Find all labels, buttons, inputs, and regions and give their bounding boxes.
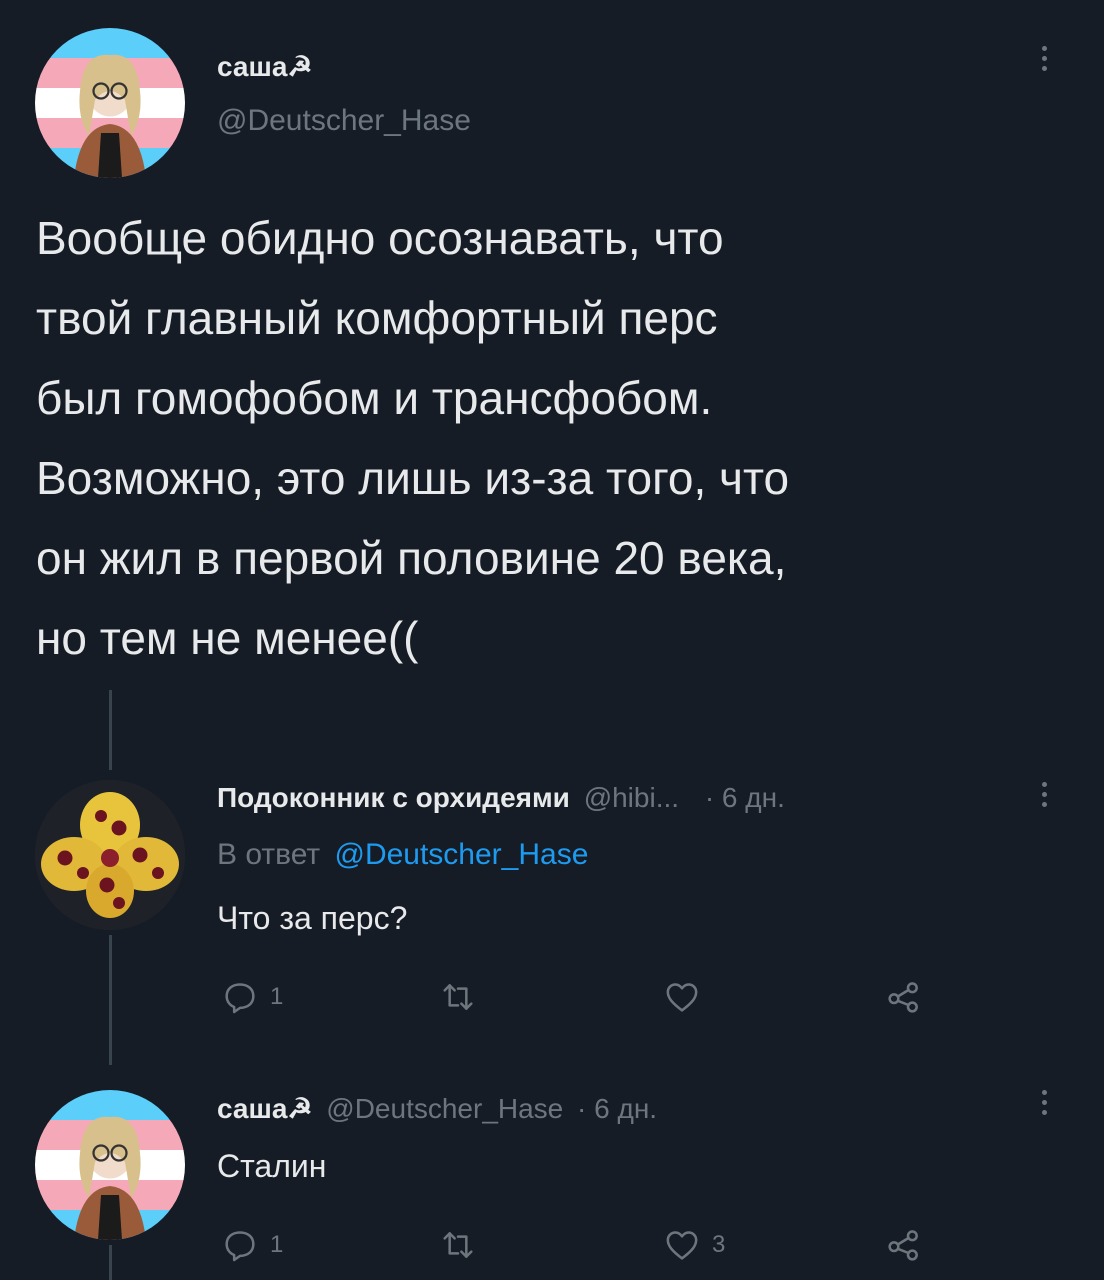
handle[interactable]: @hibi... bbox=[584, 782, 679, 813]
display-name[interactable]: Подоконник с орхидеями bbox=[217, 782, 570, 813]
reply-count: 1 bbox=[270, 983, 284, 1010]
like-button[interactable]: 3 bbox=[662, 1225, 725, 1265]
tweet-text-line: твой главный комфортный перс bbox=[36, 292, 718, 344]
thread-line bbox=[109, 1245, 112, 1280]
reply-header: Подоконник с орхидеями @hibi... · 6 дн. bbox=[217, 782, 785, 814]
more-icon[interactable] bbox=[1041, 782, 1047, 807]
share-button[interactable] bbox=[884, 977, 924, 1017]
share-icon bbox=[888, 1230, 918, 1261]
tweet-text: Вообще обидно осознавать, что твой главн… bbox=[36, 198, 789, 678]
reply-button[interactable]: 1 bbox=[220, 977, 283, 1017]
handle[interactable]: @Deutscher_Hase bbox=[217, 104, 471, 138]
like-icon bbox=[666, 983, 698, 1012]
handle[interactable]: @Deutscher_Hase bbox=[326, 1093, 563, 1124]
timestamp[interactable]: · 6 дн. bbox=[705, 782, 785, 813]
tweet-text-line: Возможно, это лишь из-за того, что bbox=[36, 452, 790, 504]
reply-to-prefix: В ответ bbox=[217, 838, 321, 871]
retweet-icon bbox=[443, 984, 473, 1010]
retweet-icon bbox=[443, 1232, 473, 1258]
reply-to-handle[interactable]: @Deutscher_Hase bbox=[334, 838, 588, 871]
share-button[interactable] bbox=[884, 1225, 924, 1265]
reply-count: 1 bbox=[270, 1231, 284, 1258]
reply-to-line: В ответ @Deutscher_Hase bbox=[217, 838, 588, 872]
reply-text: Что за перс? bbox=[217, 900, 408, 936]
orchid-avatar-illustration bbox=[35, 780, 185, 930]
reply-icon bbox=[225, 983, 255, 1014]
retweet-button[interactable] bbox=[438, 1225, 478, 1265]
like-button[interactable] bbox=[662, 977, 702, 1017]
more-icon[interactable] bbox=[1041, 46, 1047, 71]
tweet-text-line: он жил в первой половине 20 века, bbox=[36, 532, 787, 584]
like-count: 3 bbox=[712, 1231, 726, 1258]
reply-text: Сталин bbox=[217, 1148, 327, 1184]
reply-button[interactable]: 1 bbox=[220, 1225, 283, 1265]
avatar[interactable] bbox=[35, 1090, 185, 1240]
avatar[interactable] bbox=[35, 28, 185, 178]
share-icon bbox=[888, 982, 918, 1013]
timestamp[interactable]: · 6 дн. bbox=[577, 1093, 657, 1124]
thread-line bbox=[109, 935, 112, 1065]
avatar-illustration bbox=[74, 1116, 146, 1240]
tweet-text-line: Вообще обидно осознавать, что bbox=[36, 212, 724, 264]
display-name[interactable]: саша☭ bbox=[217, 50, 313, 83]
like-icon bbox=[666, 1231, 698, 1260]
more-icon[interactable] bbox=[1041, 1090, 1047, 1115]
tweet-text-line: был гомофобом и трансфобом. bbox=[36, 372, 713, 424]
avatar-illustration bbox=[74, 54, 146, 178]
reply-icon bbox=[225, 1231, 255, 1262]
retweet-button[interactable] bbox=[438, 977, 478, 1017]
reply-header: саша☭ @Deutscher_Hase · 6 дн. bbox=[217, 1092, 657, 1125]
display-name[interactable]: саша☭ bbox=[217, 1093, 313, 1124]
thread-line bbox=[109, 690, 112, 770]
tweet-text-line: но тем не менее(( bbox=[36, 612, 419, 664]
avatar[interactable] bbox=[35, 780, 185, 930]
